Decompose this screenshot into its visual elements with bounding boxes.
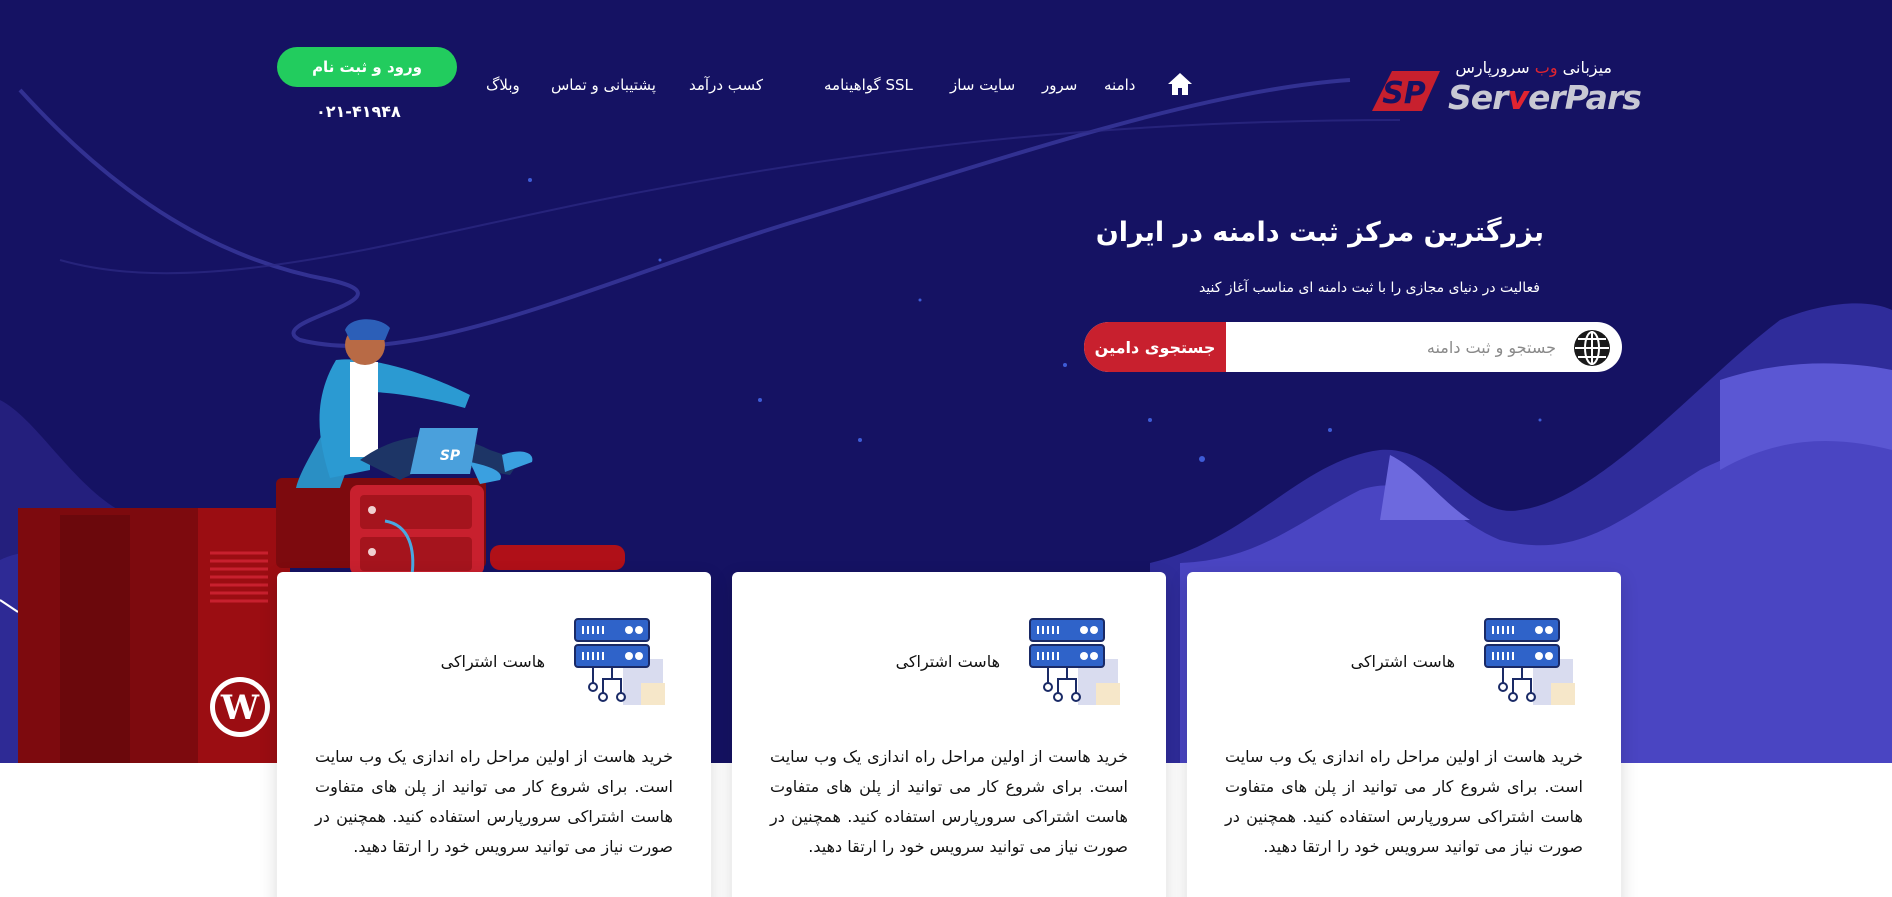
svg-text:SP: SP (1382, 76, 1426, 111)
nav-item-server[interactable]: سرور (1042, 76, 1077, 94)
card-title: هاست اشتراکی (895, 652, 1000, 671)
svg-text:SP: SP (440, 448, 461, 464)
domain-search-box: جستجوی دامین (1084, 322, 1622, 372)
home-icon[interactable] (1167, 71, 1193, 97)
brand-tagline: میزبانی وب سرورپارس (1455, 58, 1612, 77)
logo-mark-icon: SP (1372, 71, 1440, 111)
nav-item-site-builder[interactable]: سایت ساز (950, 76, 1015, 94)
support-phone-number[interactable]: ۰۲۱-۴۱۹۴۸ (316, 102, 401, 121)
nav-item-support-contact[interactable]: پشتیبانی و تماس (551, 76, 656, 94)
tagline-accent: وب (1534, 58, 1558, 77)
nav-item-earn-income[interactable]: کسب درآمد (689, 76, 763, 94)
nav-item-domain[interactable]: دامنه (1104, 76, 1135, 94)
card-title: هاست اشتراکی (1350, 652, 1455, 671)
globe-icon (1574, 330, 1610, 366)
hero-title: بزرگترین مرکز ثبت دامنه در ایران (1095, 217, 1544, 248)
login-register-button[interactable]: ورود و ثبت نام (277, 47, 457, 87)
domain-search-button[interactable]: جستجوی دامین (1084, 322, 1226, 372)
card-description: خرید هاست از اولین مراحل راه اندازی یک و… (770, 747, 1128, 856)
nav-item-ssl-certificate[interactable]: گواهینامه SSL (824, 76, 913, 94)
service-card[interactable]: هاست اشتراکی خرید هاست از اولین مراحل را… (732, 572, 1166, 897)
brand-logo[interactable]: SP میزبانی وب سرورپارس ServerPars (1362, 58, 1642, 118)
card-description: خرید هاست از اولین مراحل راه اندازی یک و… (1225, 747, 1583, 856)
nav-item-blog[interactable]: وبلاگ (486, 76, 520, 94)
tagline-suffix: سرورپارس (1455, 58, 1530, 77)
tagline-prefix: میزبانی (1562, 58, 1612, 77)
card-description: خرید هاست از اولین مراحل راه اندازی یک و… (315, 747, 673, 856)
card-title: هاست اشتراکی (440, 652, 545, 671)
service-card[interactable]: هاست اشتراکی خرید هاست از اولین مراحل را… (277, 572, 711, 897)
svg-text:W: W (220, 688, 260, 728)
server-icon (1029, 618, 1120, 705)
service-card[interactable]: هاست اشتراکی خرید هاست از اولین مراحل را… (1187, 572, 1621, 897)
hero-subtitle: فعالیت در دنیای مجازی را با ثبت دامنه ای… (1198, 280, 1540, 296)
brand-wordmark: ServerPars (1448, 78, 1642, 117)
server-icon (574, 618, 665, 705)
domain-search-input[interactable] (1226, 322, 1566, 372)
server-icon (1484, 618, 1575, 705)
